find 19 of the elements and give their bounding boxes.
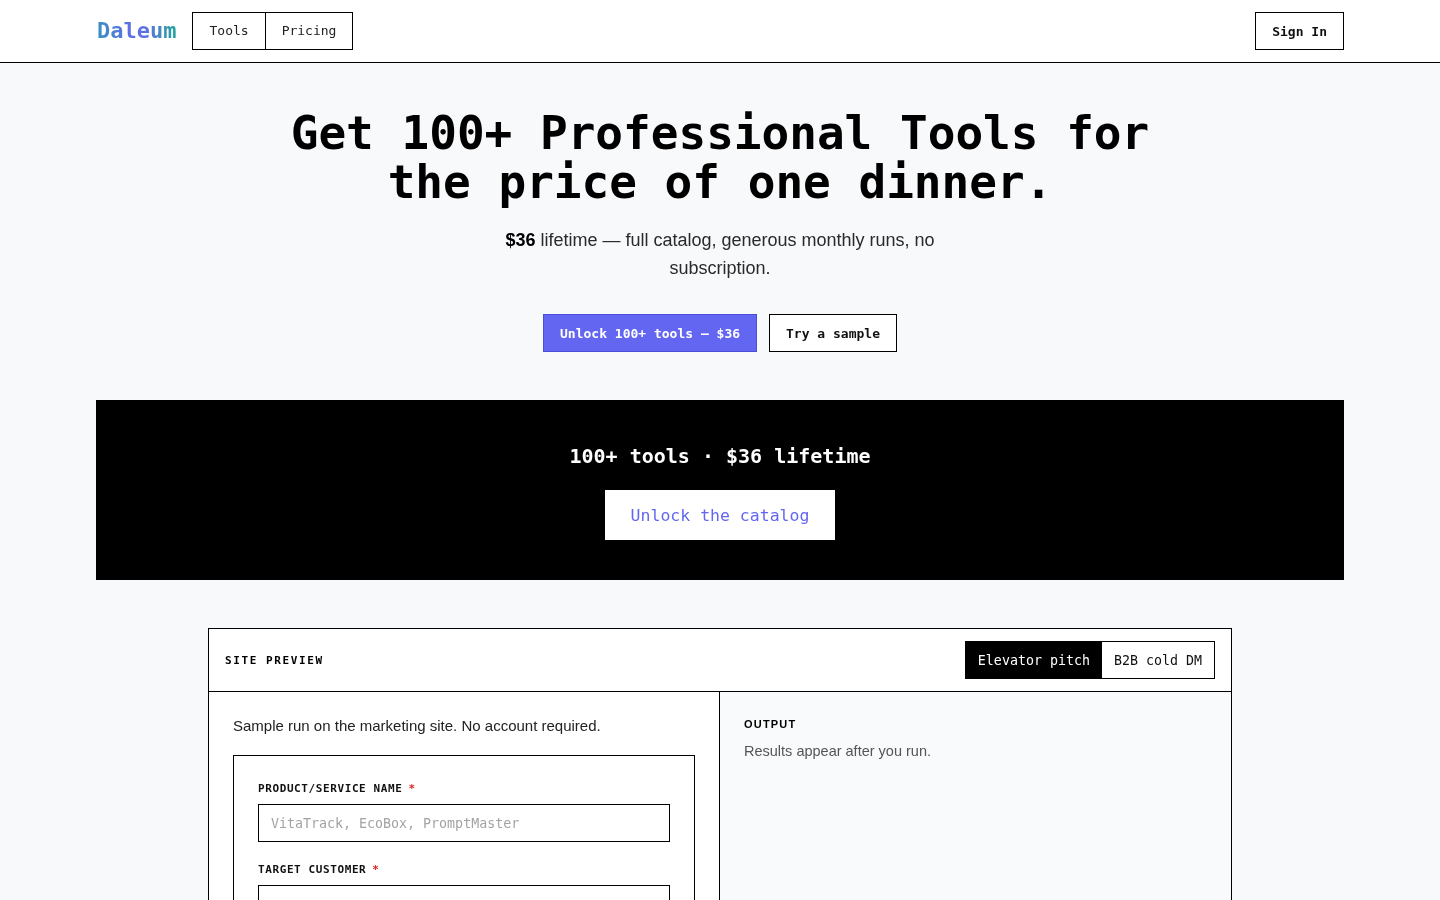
unlock-catalog-button[interactable]: Unlock the catalog <box>605 490 835 540</box>
preview-title: SITE PREVIEW <box>225 653 324 667</box>
banner-headline: 100+ tools · $36 lifetime <box>569 443 871 470</box>
nav-link[interactable]: Tools <box>192 12 266 50</box>
input-field[interactable]: VitaTrack, EcoBox, PromptMaster <box>258 804 670 842</box>
output-title: OUTPUT <box>744 717 798 731</box>
field-label: TARGET CUSTOMER <box>258 862 367 876</box>
nav-link[interactable]: Pricing <box>265 12 354 50</box>
sample-button[interactable]: Try a sample <box>769 314 897 352</box>
field-label: PRODUCT/SERVICE NAME <box>258 781 403 795</box>
hero-headline: Get 100+ Professional Tools for the price of one dinner. <box>289 109 1151 207</box>
required-mark: * <box>408 781 416 795</box>
output-placeholder-text: Results appear after you run. <box>744 742 932 761</box>
unlock-button[interactable]: Unlock 100+ tools — $36 <box>543 314 758 352</box>
hero-subtitle: $36 lifetime — full catalog, generous monthly runs, no subscription. <box>504 229 936 280</box>
template-tab[interactable]: Elevator pitch <box>965 642 1102 678</box>
required-mark: * <box>372 862 379 876</box>
preview-note: Sample run on the marketing site. No account required. <box>233 716 602 736</box>
sign-in-button[interactable]: Sign In <box>1255 12 1344 50</box>
